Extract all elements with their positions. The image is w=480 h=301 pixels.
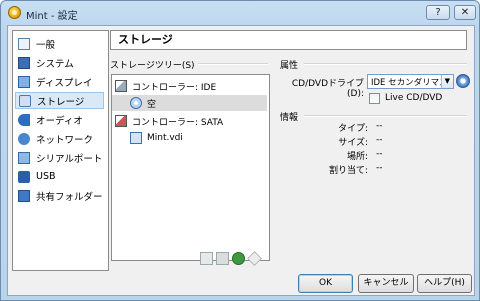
info-attached-value: -- bbox=[376, 163, 383, 173]
serial-port-icon bbox=[18, 151, 30, 164]
add-attachment-icon[interactable] bbox=[232, 252, 245, 265]
display-icon bbox=[18, 75, 30, 88]
info-location-value: -- bbox=[376, 149, 383, 159]
virtualbox-app-icon bbox=[8, 6, 21, 19]
tree-item-label: コントローラー: IDE bbox=[132, 82, 217, 93]
sidebar-item-label: ディスプレイ bbox=[36, 77, 93, 89]
dvd-drive-label: CD/DVDドライブ(D): bbox=[291, 79, 364, 99]
cancel-button[interactable]: キャンセル bbox=[358, 274, 414, 293]
network-icon bbox=[18, 132, 30, 145]
attributes-heading: 属性 bbox=[280, 61, 299, 71]
dvd-drive-value: IDE セカンダリマスター bbox=[371, 77, 441, 88]
storage-tree[interactable]: コントローラー: IDE 空 コントローラー: SATA Mint.vdi bbox=[111, 74, 270, 261]
shared-folder-icon bbox=[18, 189, 30, 202]
choose-disk-icon[interactable] bbox=[456, 74, 470, 88]
tree-item-ide-controller[interactable]: コントローラー: IDE bbox=[115, 78, 265, 94]
live-cd-label: Live CD/DVD bbox=[385, 93, 443, 103]
sidebar-item-display[interactable]: ディスプレイ bbox=[15, 73, 104, 90]
ide-controller-icon bbox=[115, 80, 127, 92]
sidebar-item-label: 一般 bbox=[36, 39, 56, 51]
hard-disk-icon bbox=[130, 132, 142, 144]
info-type-label: タイプ: bbox=[337, 124, 368, 134]
tree-item-label: Mint.vdi bbox=[147, 133, 183, 143]
settings-sidebar: 一般 システム ディスプレイ ストレージ オーディオ ネットワーク シリアルポー… bbox=[12, 30, 109, 271]
tree-item-label: コントローラー: SATA bbox=[132, 117, 224, 128]
tree-item-sata-controller[interactable]: コントローラー: SATA bbox=[115, 113, 265, 129]
live-cd-checkbox[interactable] bbox=[369, 93, 380, 104]
storage-icon bbox=[19, 94, 31, 107]
sidebar-item-usb[interactable]: USB bbox=[15, 168, 104, 185]
tree-item-label: 空 bbox=[147, 99, 157, 110]
system-icon bbox=[18, 56, 30, 69]
info-size-value: -- bbox=[376, 135, 383, 145]
settings-window: Mint - 設定 ? ✕ 一般 システム ディスプレイ ストレージ オーディオ… bbox=[0, 0, 480, 301]
storage-tree-label: ストレージツリー(S) bbox=[110, 61, 195, 71]
usb-icon bbox=[18, 170, 30, 183]
page-title: ストレージ bbox=[110, 30, 467, 50]
sidebar-item-storage[interactable]: ストレージ bbox=[15, 92, 104, 109]
ok-button[interactable]: OK bbox=[298, 274, 353, 293]
titlebar-help-button[interactable]: ? bbox=[426, 5, 450, 20]
help-button[interactable]: ヘルプ(H) bbox=[417, 274, 472, 293]
audio-icon bbox=[18, 113, 30, 126]
info-size-label: サイズ: bbox=[338, 138, 368, 148]
sidebar-item-label: 共有フォルダー bbox=[36, 191, 103, 203]
tree-item-empty-cd[interactable]: 空 bbox=[112, 95, 267, 111]
remove-controller-icon[interactable] bbox=[216, 252, 229, 265]
general-icon bbox=[18, 37, 30, 50]
sidebar-item-serial-port[interactable]: シリアルポート bbox=[15, 149, 104, 166]
sidebar-item-label: シリアルポート bbox=[36, 153, 103, 165]
chevron-down-icon[interactable]: ▼ bbox=[440, 75, 453, 88]
sidebar-item-label: ネットワーク bbox=[36, 134, 94, 146]
titlebar-close-button[interactable]: ✕ bbox=[454, 5, 476, 20]
remove-attachment-icon[interactable] bbox=[247, 251, 262, 266]
sidebar-item-general[interactable]: 一般 bbox=[15, 35, 104, 52]
sata-controller-icon bbox=[115, 115, 127, 127]
info-attached-label: 割り当て: bbox=[328, 166, 368, 176]
sidebar-item-label: オーディオ bbox=[36, 115, 83, 127]
cd-icon bbox=[130, 97, 142, 109]
sidebar-item-label: ストレージ bbox=[37, 96, 85, 108]
storage-toolbar bbox=[200, 251, 262, 266]
group-divider bbox=[198, 63, 268, 65]
info-location-label: 場所: bbox=[346, 152, 368, 162]
window-title: Mint - 設定 bbox=[26, 11, 78, 22]
sidebar-item-network[interactable]: ネットワーク bbox=[15, 130, 104, 147]
group-divider bbox=[304, 115, 467, 117]
title-bar[interactable]: Mint - 設定 ? ✕ bbox=[1, 1, 479, 25]
sidebar-item-system[interactable]: システム bbox=[15, 54, 104, 71]
add-controller-icon[interactable] bbox=[200, 252, 213, 265]
dialog-body: 一般 システム ディスプレイ ストレージ オーディオ ネットワーク シリアルポー… bbox=[7, 25, 475, 296]
tree-item-mint-vdi[interactable]: Mint.vdi bbox=[130, 130, 260, 146]
info-type-value: -- bbox=[376, 121, 383, 131]
sidebar-item-audio[interactable]: オーディオ bbox=[15, 111, 104, 128]
sidebar-item-shared-folders[interactable]: 共有フォルダー bbox=[15, 187, 104, 204]
group-divider bbox=[304, 63, 467, 65]
dvd-drive-select[interactable]: IDE セカンダリマスター ▼ bbox=[367, 74, 454, 89]
sidebar-item-label: USB bbox=[36, 171, 56, 182]
sidebar-item-label: システム bbox=[36, 58, 74, 70]
